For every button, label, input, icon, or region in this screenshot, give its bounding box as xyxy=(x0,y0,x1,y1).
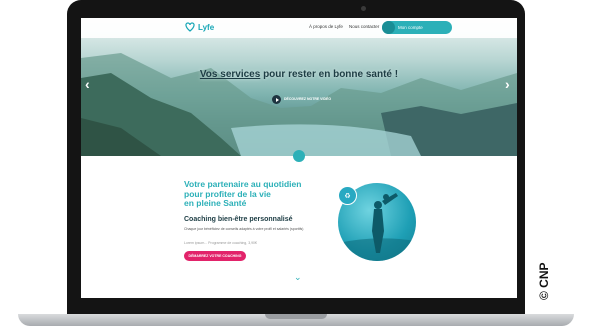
site-logo[interactable]: Lyfe xyxy=(184,21,214,33)
account-label: Mon compte xyxy=(398,25,423,30)
hero-title-link[interactable]: Vos services xyxy=(200,69,260,80)
content-description: Chaque jour bénéficiez de conseils adapt… xyxy=(184,227,304,231)
nav-contact-link[interactable]: Nous contacter xyxy=(349,24,379,29)
camera-icon xyxy=(361,6,366,11)
copyright-credit: © CNP xyxy=(537,262,551,300)
chevron-down-icon[interactable]: ⌄ xyxy=(294,272,302,283)
scroll-down-button[interactable] xyxy=(293,150,305,162)
chevron-left-icon[interactable]: ‹ xyxy=(85,76,90,92)
mountain-landscape xyxy=(81,53,517,156)
start-coaching-button[interactable]: DÉMARREZ VOTRE COACHING xyxy=(184,251,246,261)
video-link[interactable]: DÉCOUVREZ NOTRE VIDÉO xyxy=(284,97,331,101)
chevron-right-icon[interactable]: › xyxy=(505,76,510,92)
logo-text: Lyfe xyxy=(198,22,215,32)
cta-label: DÉMARREZ VOTRE COACHING xyxy=(188,254,242,258)
hero-title-suffix: pour rester en bonne santé ! xyxy=(260,69,399,80)
recycle-icon: ♻ xyxy=(344,192,351,200)
hero-banner: Vos services pour rester en bonne santé … xyxy=(81,18,517,156)
avatar xyxy=(382,21,395,34)
hero-title: Vos services pour rester en bonne santé … xyxy=(81,69,517,80)
heart-logo-icon xyxy=(185,22,195,32)
recycle-badge: ♻ xyxy=(338,186,357,205)
content-subheading: Coaching bien-être personnalisé xyxy=(184,216,293,223)
nav-about-link[interactable]: À propos de Lyfe xyxy=(309,24,343,29)
content-headline: Votre partenaire au quotidien pour profi… xyxy=(184,179,302,208)
site-header: Lyfe À propos de Lyfe Nous contacter Mon… xyxy=(81,18,517,38)
browser-screen: Vos services pour rester en bonne santé … xyxy=(81,18,517,298)
play-icon[interactable] xyxy=(272,95,281,104)
account-button[interactable]: Mon compte xyxy=(382,21,452,34)
laptop-notch xyxy=(265,314,327,319)
content-muted-line: Lorem ipsum... Programme de coaching, 3,… xyxy=(184,241,257,245)
